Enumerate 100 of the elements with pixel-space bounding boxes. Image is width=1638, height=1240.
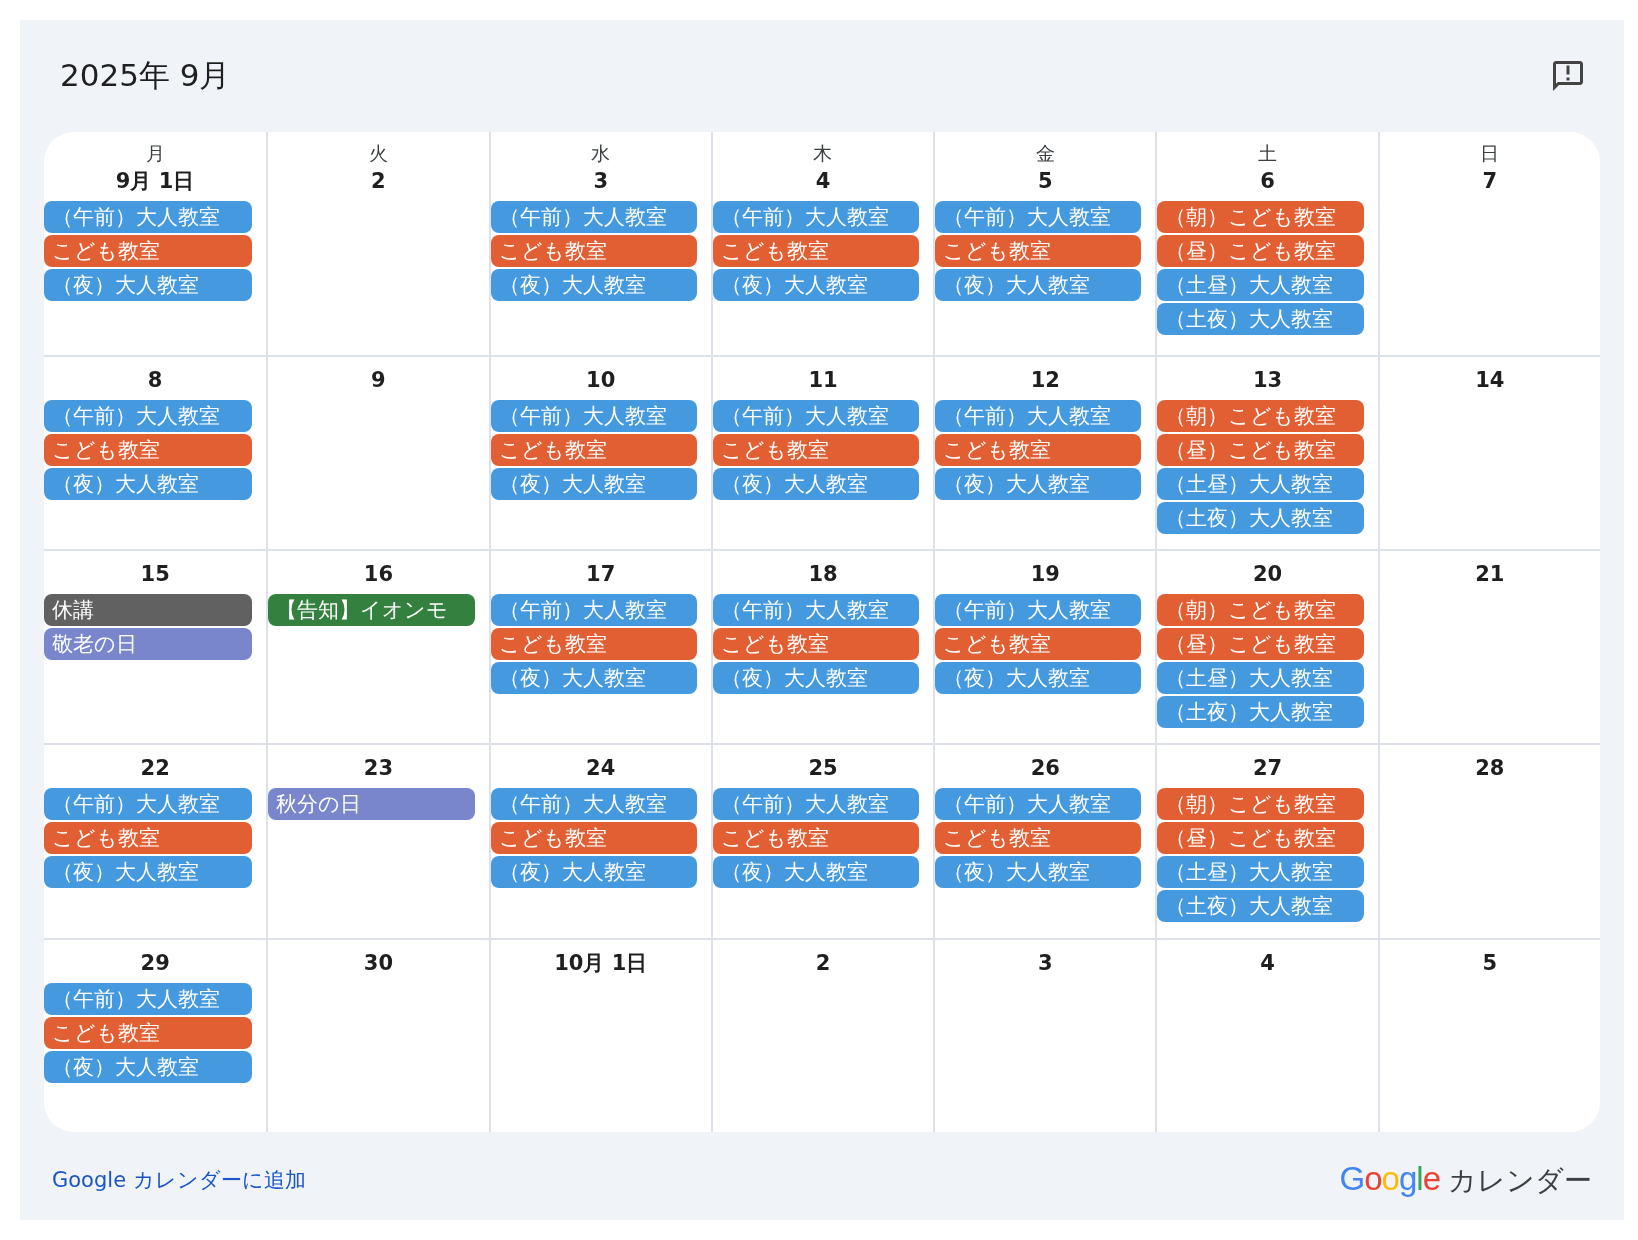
event-chip[interactable]: （午前）大人教室 [44, 201, 253, 233]
event-chip[interactable]: 敬老の日 [44, 628, 253, 661]
event-chip[interactable]: （土昼）大人教室 [1157, 269, 1364, 301]
event-chip[interactable]: （午前）大人教室 [935, 594, 1142, 627]
event-chip[interactable]: （夜）大人教室 [44, 269, 253, 301]
event-chip[interactable]: （夜）大人教室 [44, 468, 253, 500]
event-chip[interactable]: （昼）こども教室 [1157, 628, 1364, 661]
date-label: 10月 1日 [554, 949, 648, 977]
date-label: 6 [1260, 168, 1275, 195]
date-label: 18 [808, 561, 838, 589]
date-label: 12 [1030, 367, 1060, 394]
event-chip[interactable]: こども教室 [490, 235, 697, 267]
date-label: 5 [1037, 168, 1053, 195]
add-to-calendar-link[interactable]: Google カレンダーに追加 [52, 1166, 306, 1194]
date-label: 2 [815, 949, 831, 977]
event-chip[interactable]: （夜）大人教室 [490, 269, 697, 301]
event-chip[interactable]: 休講 [44, 594, 253, 627]
date-label: 24 [586, 755, 616, 783]
event-chip[interactable]: （夜）大人教室 [490, 468, 697, 500]
event-chip[interactable]: （昼）こども教室 [1157, 822, 1364, 855]
event-chip[interactable]: （午前）大人教室 [490, 594, 697, 627]
date-label: 9 [371, 367, 386, 394]
date-label: 4 [1260, 949, 1275, 977]
date-label: 17 [586, 561, 616, 589]
date-label: 5 [1482, 949, 1498, 977]
event-chip[interactable]: （午前）大人教室 [712, 400, 920, 432]
event-chip[interactable]: （午前）大人教室 [44, 982, 253, 1015]
event-chip[interactable]: （午前）大人教室 [490, 201, 697, 233]
date-label: 3 [593, 168, 608, 195]
event-chip[interactable]: （土夜）大人教室 [1157, 696, 1364, 729]
event-chip[interactable]: こども教室 [935, 235, 1142, 267]
event-chip[interactable]: こども教室 [44, 235, 253, 267]
event-chip[interactable]: こども教室 [490, 434, 697, 466]
event-chip[interactable]: （午前）大人教室 [44, 400, 253, 432]
event-chip[interactable]: （夜）大人教室 [935, 468, 1142, 500]
date-label: 3 [1037, 949, 1053, 977]
event-chip[interactable]: （午前）大人教室 [935, 788, 1142, 821]
event-chip[interactable]: （土夜）大人教室 [1157, 502, 1364, 534]
event-chip[interactable]: （午前）大人教室 [490, 788, 697, 821]
date-label: 14 [1475, 367, 1505, 394]
event-chip[interactable]: （土夜）大人教室 [1157, 890, 1364, 923]
event-chip[interactable]: （夜）大人教室 [712, 468, 920, 500]
date-label: 13 [1252, 367, 1283, 394]
event-chip[interactable]: （午前）大人教室 [712, 788, 920, 821]
event-chip[interactable]: （夜）大人教室 [44, 856, 253, 889]
date-label: 9月 1日 [115, 168, 195, 195]
date-label: 27 [1252, 755, 1283, 783]
event-chip[interactable]: （朝）こども教室 [1157, 788, 1364, 821]
feedback-icon[interactable] [1550, 58, 1586, 94]
event-chip[interactable]: こども教室 [712, 628, 920, 661]
event-chip[interactable]: （土昼）大人教室 [1157, 468, 1364, 500]
event-chip[interactable]: （夜）大人教室 [935, 269, 1142, 301]
event-chip[interactable]: （午前）大人教室 [490, 400, 697, 432]
event-chip[interactable]: （土昼）大人教室 [1157, 662, 1364, 695]
date-label: 22 [140, 755, 170, 783]
date-label: 8 [147, 367, 163, 394]
date-label: 26 [1030, 755, 1060, 783]
event-chip[interactable]: （夜）大人教室 [712, 269, 920, 301]
logo-wordmark: Google [1339, 1160, 1440, 1198]
event-chip[interactable]: （午前）大人教室 [44, 788, 253, 821]
date-label: 2 [371, 168, 386, 195]
event-chip[interactable]: （朝）こども教室 [1157, 594, 1364, 627]
event-chip[interactable]: （夜）大人教室 [712, 856, 920, 889]
event-chip[interactable]: こども教室 [44, 434, 253, 466]
event-chip[interactable]: こども教室 [935, 628, 1142, 661]
date-label: 28 [1475, 755, 1505, 783]
event-chip[interactable]: （朝）こども教室 [1157, 400, 1364, 432]
month-title: 2025年 9月 [60, 56, 231, 95]
event-chip[interactable]: こども教室 [712, 822, 920, 855]
event-chip[interactable]: （夜）大人教室 [712, 662, 920, 695]
event-chip[interactable]: （土夜）大人教室 [1157, 303, 1364, 335]
event-chip[interactable]: （昼）こども教室 [1157, 235, 1364, 267]
event-chip[interactable]: （朝）こども教室 [1157, 201, 1364, 233]
event-chip[interactable]: こども教室 [44, 822, 253, 855]
weekday-label: 木 [813, 141, 833, 166]
event-chip[interactable]: （午前）大人教室 [712, 594, 920, 627]
event-chip[interactable]: 秋分の日 [268, 788, 475, 821]
weekday-label: 日 [1480, 141, 1500, 166]
date-label: 30 [363, 949, 394, 977]
event-chip[interactable]: （午前）大人教室 [712, 201, 920, 233]
event-chip[interactable]: （昼）こども教室 [1157, 434, 1364, 466]
event-chip[interactable]: （夜）大人教室 [935, 662, 1142, 695]
event-chip[interactable]: こども教室 [44, 1016, 253, 1049]
date-label: 20 [1252, 561, 1283, 589]
event-chip[interactable]: （午前）大人教室 [935, 400, 1142, 432]
event-chip[interactable]: こども教室 [935, 434, 1142, 466]
event-chip[interactable]: こども教室 [490, 822, 697, 855]
event-chip[interactable]: こども教室 [712, 434, 920, 466]
event-chip[interactable]: （土昼）大人教室 [1157, 856, 1364, 889]
event-chip[interactable]: こども教室 [712, 235, 920, 267]
event-chip[interactable]: （午前）大人教室 [935, 201, 1142, 233]
event-chip[interactable]: こども教室 [935, 822, 1142, 855]
event-chip[interactable]: （夜）大人教室 [44, 1050, 253, 1083]
event-chip[interactable]: （夜）大人教室 [935, 856, 1142, 889]
event-chip[interactable]: （夜）大人教室 [490, 662, 697, 695]
event-chip[interactable]: 【告知】イオンモ [268, 594, 475, 627]
event-chip[interactable]: （夜）大人教室 [490, 856, 697, 889]
date-label: 29 [140, 949, 170, 977]
event-chip[interactable]: こども教室 [490, 628, 697, 661]
weekday-label: 火 [368, 141, 388, 166]
